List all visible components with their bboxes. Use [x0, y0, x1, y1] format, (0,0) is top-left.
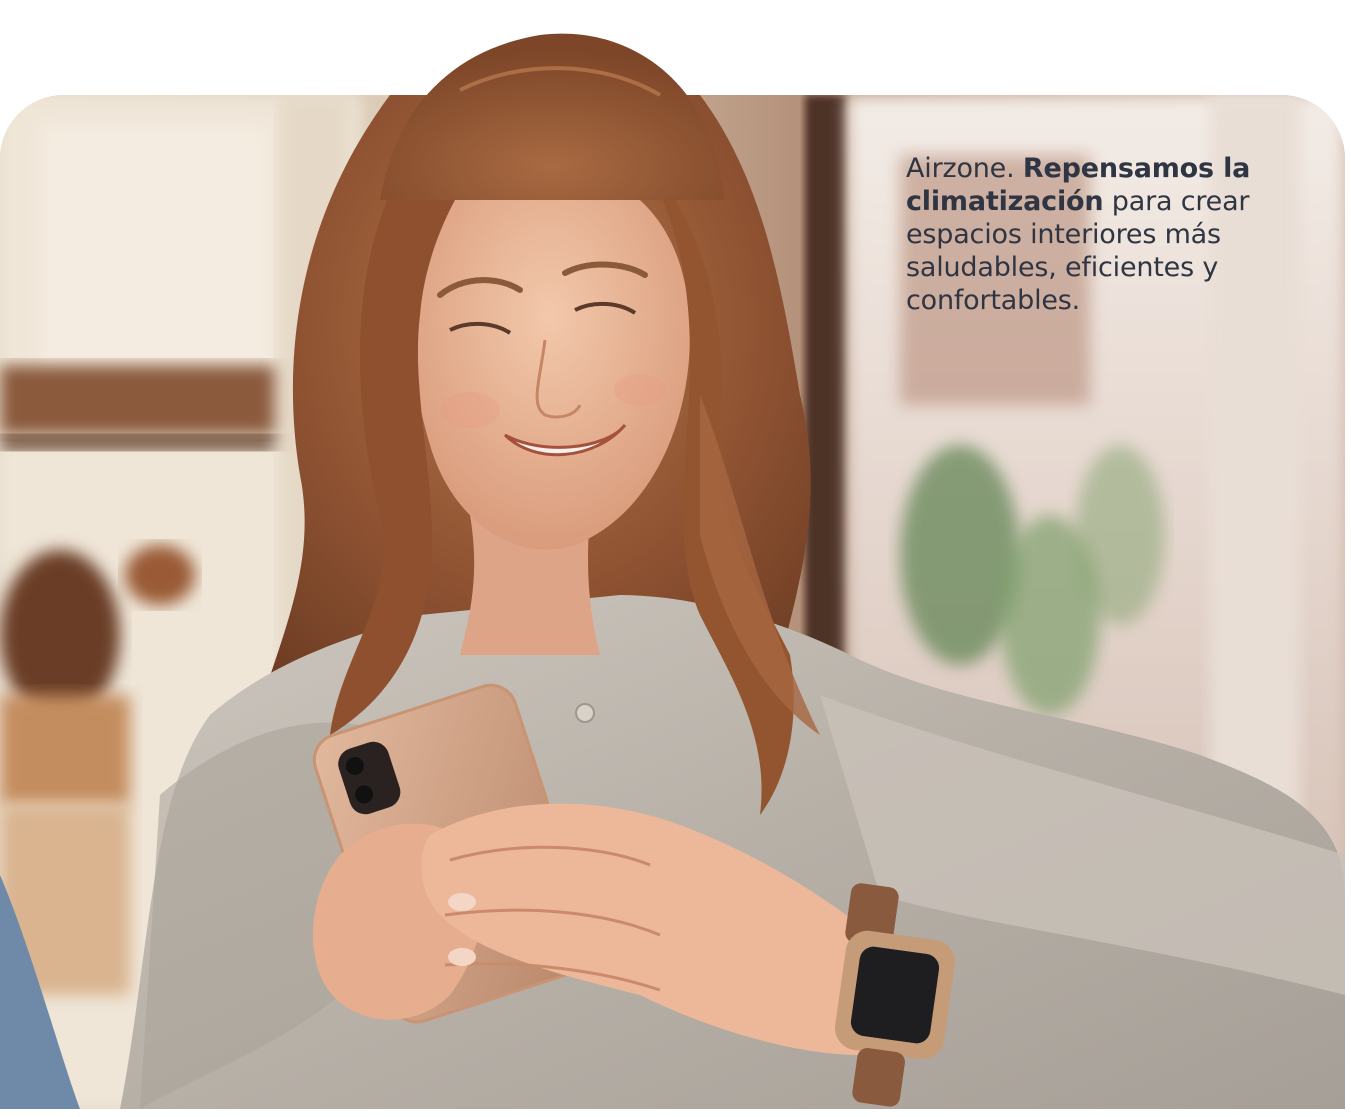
headline: Airzone. Repensamos la climatización par… — [906, 152, 1306, 317]
headline-brand: Airzone. — [906, 153, 1015, 184]
